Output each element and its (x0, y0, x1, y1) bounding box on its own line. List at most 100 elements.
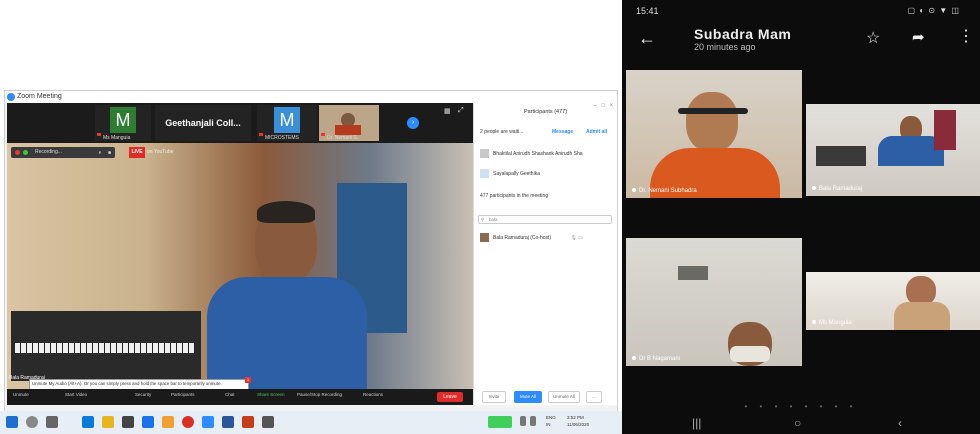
ceiling-fixture (678, 266, 708, 280)
admit-all-link[interactable]: Admit all (586, 129, 607, 135)
speaker-shirt (207, 277, 367, 389)
message-link[interactable]: Message (552, 129, 573, 135)
video-tile[interactable]: Ms Manguia (806, 272, 980, 330)
wall-hanging (934, 110, 956, 150)
star-icon[interactable]: ☆ (866, 28, 880, 48)
person-clothes (894, 302, 950, 330)
security-button[interactable]: Security (135, 392, 151, 397)
participants-panel: Participants (477) – □ × 2 people are wa… (473, 103, 617, 405)
gallery-view-icon[interactable]: ▦ (444, 107, 452, 115)
android-nav-bar: ||| ○ ‹ (622, 414, 980, 434)
pause-icon[interactable]: ⏸ (98, 148, 101, 159)
avatar (480, 233, 489, 242)
fullscreen-icon[interactable]: ⤢ (458, 107, 466, 115)
maximize-icon[interactable]: □ (601, 103, 605, 109)
mic-icon: 🎙 (570, 234, 577, 241)
mute-all-button[interactable]: Mute All (514, 391, 542, 403)
more-vert-icon[interactable]: ⋮ (958, 26, 974, 46)
mic-icon (632, 356, 636, 361)
muted-mic-icon (259, 133, 263, 136)
record-dot-icon (15, 150, 20, 155)
start-video-button[interactable]: Start Video (65, 392, 87, 397)
active-speaker-video: Recording... ⏸ ■ LIVE on YouTube Bala Ra… (7, 143, 473, 389)
zoom-taskbar-icon[interactable] (202, 416, 214, 428)
participant-name: Bhaktilal Anirudh Shashank Anirudh Sha (493, 150, 583, 157)
waiting-room-notice: 2 people are waiti... (480, 129, 523, 135)
headset (678, 108, 748, 114)
start-icon[interactable] (6, 416, 18, 428)
speaker-hair (257, 201, 315, 223)
unmute-all-button[interactable]: Unmute All (548, 391, 580, 403)
file-explorer-icon[interactable] (102, 416, 114, 428)
caption-text: Ms Manguia (819, 320, 852, 326)
chat-timestamp: 20 minutes ago (694, 42, 756, 52)
app-icon[interactable] (262, 416, 274, 428)
participant-name: Geethanjali Coll... (165, 118, 241, 128)
home-icon[interactable]: ○ (794, 416, 801, 430)
reactions-button[interactable]: Reactions (363, 392, 383, 397)
task-view-icon[interactable] (46, 416, 58, 428)
next-page-icon[interactable]: › (407, 117, 419, 129)
avatar: M (110, 107, 136, 133)
status-icons: ▢ ◐ ⊙ ▼ ◫ (907, 6, 960, 15)
video-tile[interactable]: Dr. Nemani Subhadra (626, 70, 802, 198)
language-indicator[interactable]: ENG IN (546, 414, 556, 428)
phone-status-bar: 15:41 ▢ ◐ ⊙ ▼ ◫ (622, 6, 980, 20)
participant-search-input[interactable]: ⚲ bala (478, 215, 612, 224)
muted-mic-icon (97, 133, 101, 136)
mail-icon[interactable] (142, 416, 154, 428)
participant-name: Ms Manguia (103, 135, 131, 141)
caption-text: Bala Ramaduraj (819, 186, 863, 192)
video-tile[interactable]: Dr B Nagamani (626, 238, 802, 366)
edge-icon[interactable] (82, 416, 94, 428)
leave-button[interactable]: Leave (437, 392, 463, 402)
shield-icon (23, 150, 28, 155)
avatar: M (274, 107, 300, 133)
windows-taskbar: ENG IN 3:52 PM 11/06/2020 (0, 411, 622, 434)
zoom-titlebar: Zoom Meeting (5, 91, 617, 103)
recording-indicator[interactable]: Recording... ⏸ ■ (11, 147, 115, 158)
chrome-icon[interactable] (182, 416, 194, 428)
store-icon[interactable] (122, 416, 134, 428)
app-icon[interactable] (162, 416, 174, 428)
battery-icon[interactable] (488, 416, 512, 428)
video-tile[interactable]: Bala Ramaduraj (806, 104, 980, 196)
waiting-participant[interactable]: Sayalapally Geethika (480, 169, 540, 178)
participant-tile[interactable]: Dr. Nemani S. (319, 105, 379, 141)
participant-row[interactable]: Bala Ramaduraj (Co-host) 🎙 ▭ (480, 233, 583, 242)
minimize-icon[interactable]: – (594, 103, 597, 109)
network-icon[interactable] (520, 416, 526, 426)
recent-apps-icon[interactable]: ||| (692, 416, 701, 430)
forward-icon[interactable]: ➦ (912, 28, 925, 46)
taskbar-clock[interactable]: 3:52 PM 11/06/2020 (567, 414, 589, 428)
back-arrow-icon[interactable]: ← (638, 28, 656, 49)
tooltip-text: Unmute My Audio (Alt+A). Or you can simp… (32, 381, 222, 386)
stop-icon[interactable]: ■ (108, 148, 111, 159)
participants-button[interactable]: Participants (171, 392, 195, 397)
invite-button[interactable]: Invite (482, 391, 506, 403)
person-head (686, 92, 738, 152)
participant-tile[interactable]: M MICROSTEMS (257, 105, 317, 141)
caption-text: Dr B Nagamani (639, 356, 681, 362)
keyboard-instrument (816, 146, 866, 166)
word-icon[interactable] (222, 416, 234, 428)
caption-text: Dr. Nemani Subhadra (639, 188, 697, 194)
volume-icon[interactable] (530, 416, 536, 426)
more-button[interactable]: ... (586, 391, 602, 403)
chat-button[interactable]: Chat (225, 392, 235, 397)
search-icon[interactable] (26, 416, 38, 428)
unmute-button[interactable]: Unmute (13, 392, 29, 397)
close-icon[interactable]: × (609, 103, 613, 109)
share-screen-button[interactable]: Share Screen (257, 392, 285, 397)
meeting-controls: Unmute Start Video Security Participants… (7, 389, 473, 405)
participant-tile[interactable]: Geethanjali Coll... (155, 105, 251, 141)
muted-mic-icon (321, 133, 325, 136)
lang-region: IN (546, 422, 551, 427)
pause-stop-recording-button[interactable]: Pause/Stop Recording (297, 392, 342, 397)
back-icon[interactable]: ‹ (898, 416, 902, 430)
gallery-strip: M Ms Manguia Geethanjali Coll... M MICRO… (7, 103, 473, 143)
participant-tile[interactable]: M Ms Manguia (95, 105, 151, 141)
powerpoint-icon[interactable] (242, 416, 254, 428)
live-destination[interactable]: on YouTube (147, 147, 193, 158)
waiting-participant[interactable]: Bhaktilal Anirudh Shashank Anirudh Sha (480, 149, 583, 158)
